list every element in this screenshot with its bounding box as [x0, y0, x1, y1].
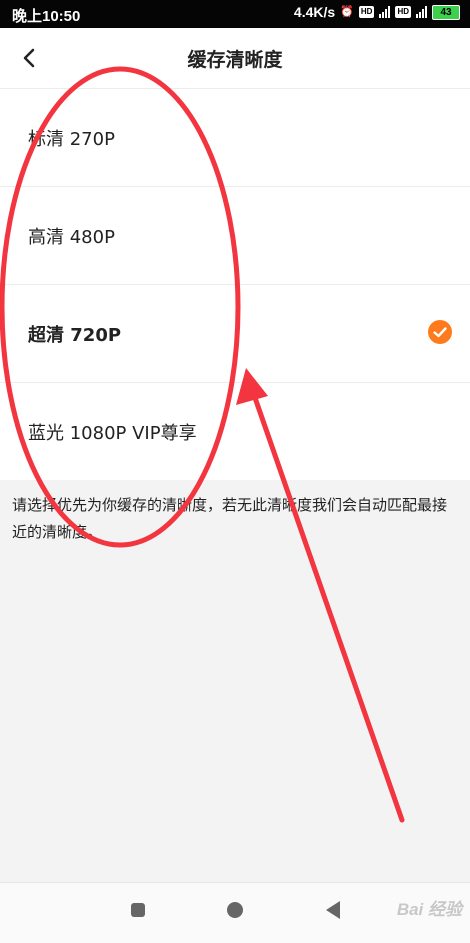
description-text: 请选择优先为你缓存的清晰度，若无此清晰度我们会自动匹配最接近的清晰度。	[12, 496, 448, 541]
option-1080p[interactable]: 蓝光 1080P VIP尊享	[0, 382, 470, 480]
checkmark-icon	[428, 320, 452, 344]
header: 缓存清晰度	[0, 28, 470, 88]
hd-icon-2: HD	[395, 6, 411, 18]
signal-icon-2	[416, 6, 427, 18]
circle-icon[interactable]	[227, 902, 243, 918]
hd-icon: HD	[358, 6, 375, 18]
option-480p[interactable]: 高清 480P	[0, 186, 470, 284]
option-label: 高清 480P	[28, 227, 115, 248]
signal-icon	[379, 6, 391, 18]
square-icon[interactable]	[131, 903, 145, 917]
alarm-icon: ⏰	[340, 6, 354, 18]
status-icons: 4.4K/s ⏰ HD HD 43	[294, 4, 460, 20]
status-bar: 晚上10:50 4.4K/s ⏰ HD HD 43	[0, 0, 470, 28]
option-label: 标清 270P	[28, 129, 115, 150]
battery-icon: 43	[432, 4, 460, 20]
option-label: 蓝光 1080P VIP尊享	[28, 423, 197, 444]
quality-options-list: 标清 270P 高清 480P 超清 720P 蓝光 1080P VIP尊享	[0, 88, 470, 480]
option-label: 超清 720P	[28, 325, 122, 346]
network-speed: 4.4K/s	[293, 4, 336, 20]
system-nav-bar: Bai 经验	[0, 882, 470, 943]
option-270p[interactable]: 标清 270P	[0, 88, 470, 186]
page-title: 缓存清晰度	[187, 49, 283, 71]
status-time: 晚上10:50	[12, 8, 81, 25]
watermark-logo: Bai 经验	[396, 900, 462, 919]
triangle-back-icon[interactable]	[326, 901, 340, 919]
option-720p[interactable]: 超清 720P	[0, 284, 470, 382]
